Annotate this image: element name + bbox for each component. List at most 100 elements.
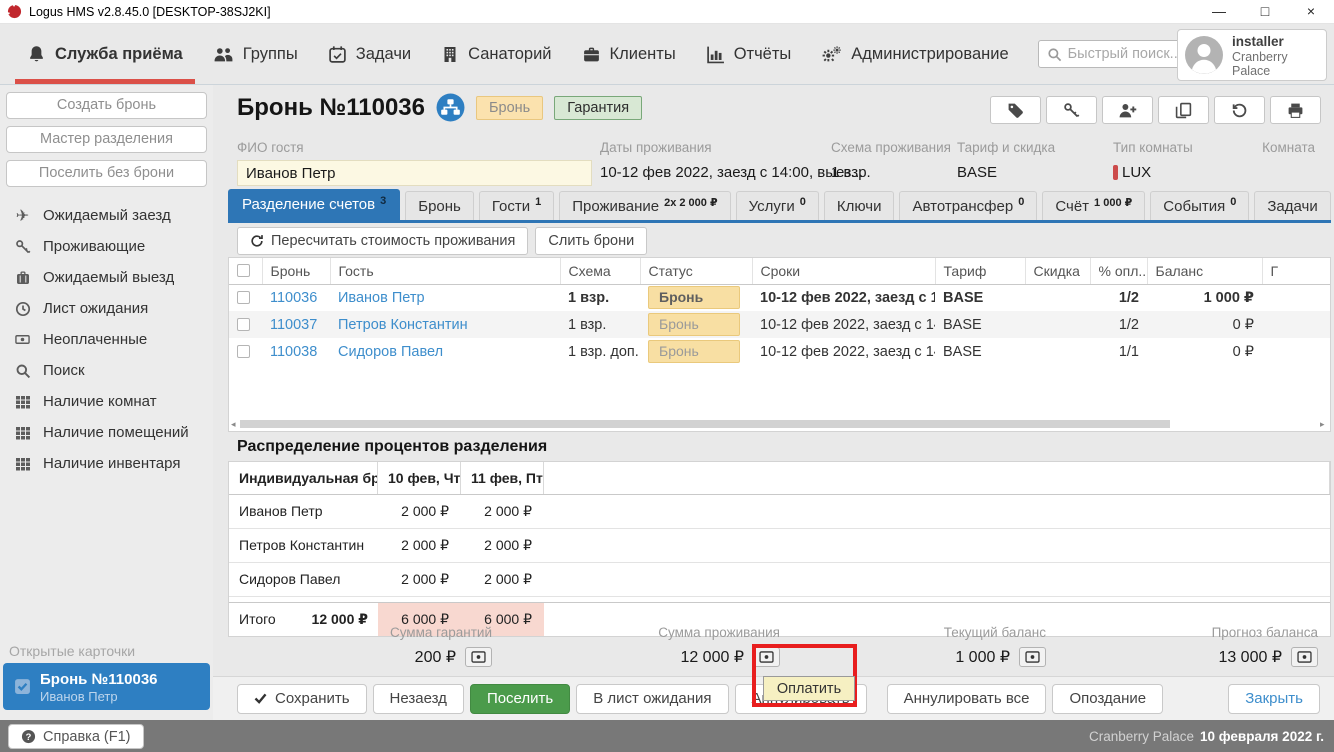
late-button[interactable]: Опоздание [1052, 684, 1163, 714]
forecast-balance: Прогноз баланса 13 000 ₽ [1054, 625, 1331, 667]
col-pct-paid[interactable]: % опл... [1090, 258, 1147, 284]
nav-label: Администрирование [851, 45, 1008, 64]
tab-services[interactable]: Услуги0 [736, 191, 819, 220]
close-button[interactable]: × [1288, 0, 1334, 23]
pay-guarantee-button[interactable] [465, 647, 492, 667]
tab-keys[interactable]: Ключи [824, 191, 895, 220]
print-button[interactable] [1270, 96, 1321, 124]
maximize-button[interactable]: □ [1242, 0, 1288, 23]
row-checkbox[interactable] [237, 345, 250, 358]
pay-forecast-button[interactable] [1291, 647, 1318, 667]
room-type-field[interactable]: Тип комнаты LUX [1113, 140, 1193, 181]
tab-bill[interactable]: Счёт1 000 ₽ [1042, 191, 1145, 220]
tab-bill-split[interactable]: Разделение счетов3 [228, 189, 400, 220]
sidebar-item-expected-departure[interactable]: Ожидаемый выезд [0, 262, 213, 293]
keys-button[interactable] [1046, 96, 1097, 124]
nav-groups[interactable]: Группы [198, 24, 313, 84]
no-show-button[interactable]: Незаезд [373, 684, 464, 714]
tab-tasks[interactable]: Задачи [1254, 191, 1330, 220]
sidebar-item-waitlist[interactable]: Лист ожидания [0, 293, 213, 324]
minimize-button[interactable]: — [1196, 0, 1242, 23]
select-all-checkbox[interactable] [237, 264, 250, 277]
user-menu[interactable]: installer Cranberry Palace [1177, 29, 1327, 81]
add-guest-button[interactable] [1102, 96, 1153, 124]
nav-sanatorium[interactable]: Санаторий [426, 24, 566, 84]
sidebar-item-inventory-availability[interactable]: Наличие инвентаря [0, 448, 213, 479]
nav-label: Отчёты [734, 45, 792, 64]
stay-dates-field[interactable]: Даты проживания 10-12 фев 2022, заезд с … [600, 140, 825, 181]
close-card-button[interactable]: Закрыть [1228, 684, 1320, 714]
tariff-field[interactable]: Тариф и скидка BASE [957, 140, 1055, 181]
booking-tabs: Разделение счетов3 Бронь Гости1 Проживан… [228, 189, 1331, 223]
split-row[interactable]: Сидоров Павел 2 000 ₽ 2 000 ₽ [229, 563, 1330, 597]
checkin-without-booking-button[interactable]: Поселить без брони [6, 160, 207, 187]
guest-link[interactable]: Петров Константин [330, 311, 560, 338]
split-row[interactable]: Петров Константин 2 000 ₽ 2 000 ₽ [229, 529, 1330, 563]
guest-link[interactable]: Иванов Петр [330, 284, 560, 311]
tab-events[interactable]: События0 [1150, 191, 1249, 220]
table-row[interactable]: 110036 Иванов Петр 1 взр. Бронь 10-12 фе… [229, 284, 1330, 311]
open-card-booking[interactable]: Бронь №110036 Иванов Петр [3, 663, 210, 710]
to-waitlist-button[interactable]: В лист ожидания [576, 684, 728, 714]
sidebar-item-room-availability[interactable]: Наличие комнат [0, 386, 213, 417]
row-status-badge: Бронь [648, 313, 740, 336]
split-master-button[interactable]: Мастер разделения [6, 126, 207, 153]
page-title: Бронь №110036 [237, 94, 425, 122]
stay-scheme-field[interactable]: Схема проживания 1 взр. [831, 140, 951, 181]
nav-reports[interactable]: Отчёты [691, 24, 807, 84]
sidebar-item-in-house[interactable]: Проживающие [0, 231, 213, 262]
col-guest[interactable]: Гость [330, 258, 560, 284]
create-booking-button[interactable]: Создать бронь [6, 92, 207, 119]
sidebar-item-expected-arrival[interactable]: ✈Ожидаемый заезд [0, 200, 213, 231]
row-checkbox[interactable] [237, 291, 250, 304]
sidebar-item-space-availability[interactable]: Наличие помещений [0, 417, 213, 448]
horizontal-scrollbar[interactable]: ◂ ▸ [231, 419, 1328, 429]
nav-administration[interactable]: Администрирование [806, 24, 1023, 84]
pay-balance-button[interactable] [1019, 647, 1046, 667]
col-g[interactable]: Г [1262, 258, 1330, 284]
booking-id-link[interactable]: 110036 [262, 284, 330, 311]
copy-button[interactable] [1158, 96, 1209, 124]
scroll-right-arrow[interactable]: ▸ [1320, 419, 1328, 429]
table-row[interactable]: 110038 Сидоров Павел 1 взр. доп. Бронь 1… [229, 338, 1330, 365]
sidebar-item-search[interactable]: Поиск [0, 355, 213, 386]
nav-label: Санаторий [468, 45, 551, 64]
tab-transfer[interactable]: Автотрансфер0 [899, 191, 1037, 220]
nav-clients[interactable]: Клиенты [567, 24, 691, 84]
history-icon [1231, 102, 1248, 119]
col-balance[interactable]: Баланс [1147, 258, 1262, 284]
guest-name-input[interactable] [237, 160, 592, 186]
col-status[interactable]: Статус [640, 258, 752, 284]
merge-bookings-button[interactable]: Слить брони [535, 227, 647, 255]
tab-booking[interactable]: Бронь [405, 191, 474, 220]
save-button[interactable]: Сохранить [237, 684, 367, 714]
recalculate-button[interactable]: Пересчитать стоимость проживания [237, 227, 528, 255]
nav-front-desk[interactable]: Служба приёма [12, 24, 198, 84]
table-row[interactable]: 110037 Петров Константин 1 взр. Бронь 10… [229, 311, 1330, 338]
nav-label: Задачи [356, 45, 411, 64]
nav-tasks[interactable]: Задачи [313, 24, 426, 84]
booking-id-link[interactable]: 110037 [262, 311, 330, 338]
row-checkbox[interactable] [237, 318, 250, 331]
pay-accommodation-button[interactable] [753, 647, 780, 667]
scrollbar-thumb[interactable] [240, 420, 1170, 428]
tags-button[interactable] [990, 96, 1041, 124]
booking-id-link[interactable]: 110038 [262, 338, 330, 365]
scroll-left-arrow[interactable]: ◂ [231, 419, 239, 429]
group-booking-icon[interactable] [436, 93, 465, 122]
col-tariff[interactable]: Тариф [935, 258, 1025, 284]
guest-link[interactable]: Сидоров Павел [330, 338, 560, 365]
tab-accommodation[interactable]: Проживание2x 2 000 ₽ [559, 191, 730, 220]
cancel-all-button[interactable]: Аннулировать все [887, 684, 1047, 714]
sidebar-item-unpaid[interactable]: Неоплаченные [0, 324, 213, 355]
col-scheme[interactable]: Схема [560, 258, 640, 284]
col-discount[interactable]: Скидка [1025, 258, 1090, 284]
help-button[interactable]: ? Справка (F1) [8, 724, 144, 749]
col-booking[interactable]: Бронь [262, 258, 330, 284]
col-dates[interactable]: Сроки [752, 258, 935, 284]
tab-guests[interactable]: Гости1 [479, 191, 554, 220]
room-field[interactable]: Комната [1262, 140, 1315, 164]
history-button[interactable] [1214, 96, 1265, 124]
check-in-button[interactable]: Поселить [470, 684, 570, 714]
split-row[interactable]: Иванов Петр 2 000 ₽ 2 000 ₽ [229, 495, 1330, 529]
